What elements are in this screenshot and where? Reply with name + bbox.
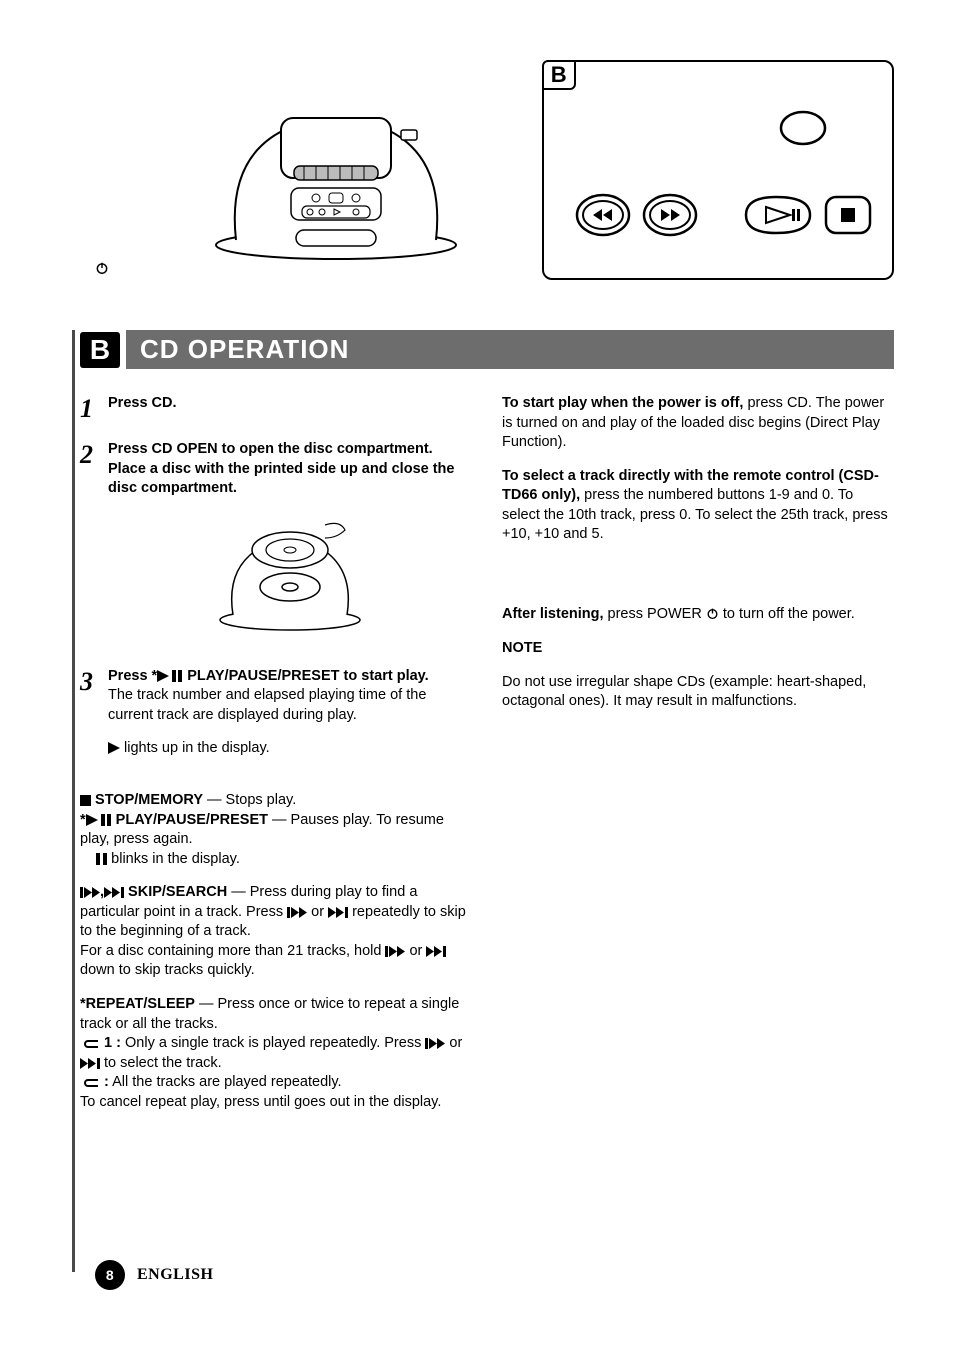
button-panel-b: B <box>542 60 894 280</box>
skip-prev-icon <box>385 943 405 959</box>
skip-next-icon <box>426 943 446 959</box>
footer-language: ENGLISH <box>137 1266 213 1284</box>
skip-extra-a: For a disc containing more than 21 track… <box>80 943 385 959</box>
stop-icon <box>80 792 91 808</box>
skip-next-icon <box>80 1055 100 1071</box>
note-body: Do not use irregular shape CDs (example:… <box>502 673 894 712</box>
play-lights-text: lights up in the display. <box>120 740 270 756</box>
skip-next-icon <box>328 904 348 920</box>
power-icon <box>95 260 109 276</box>
step-1: 1 Press CD. <box>80 394 472 422</box>
heading-badge: B <box>80 332 120 368</box>
section-heading: B CD OPERATION <box>80 330 894 369</box>
after-listening-body-a: press POWER <box>604 606 706 622</box>
top-illustrations: B <box>150 60 894 280</box>
step-number: 2 <box>80 440 108 649</box>
right-column: To start play when the power is off, pre… <box>502 394 894 1126</box>
page-footer: 8 ENGLISH <box>95 1260 213 1290</box>
step-1-text: Press CD. <box>108 395 177 411</box>
left-column: 1 Press CD. 2 Press CD OPEN to open the … <box>80 394 472 1126</box>
stop-memory-text: — Stops play. <box>203 792 296 808</box>
after-listening-body-b: to turn off the power. <box>719 606 855 622</box>
note-head: NOTE <box>502 639 894 659</box>
step-3: 3 Press * PLAY/PAUSE/PRESET to start pla… <box>80 667 472 773</box>
repeat-1-end: to select the track. <box>100 1055 222 1071</box>
repeat-1-label: 1 : <box>100 1035 121 1051</box>
device-illustration <box>150 60 522 280</box>
step-2-text: Press CD OPEN to open the disc compartme… <box>108 441 454 496</box>
step-number: 3 <box>80 667 108 773</box>
step-3-note: The track number and elapsed playing tim… <box>108 686 472 725</box>
after-listening-head: After listening, <box>502 606 604 622</box>
skip-label: SKIP/SEARCH <box>124 884 227 900</box>
repeat-1-text: Only a single track is played repeatedly… <box>121 1035 425 1051</box>
skip-prev-icon <box>425 1035 445 1051</box>
disc-loading-illustration <box>205 505 375 635</box>
vertical-rule <box>72 330 75 1272</box>
step-3-text-a: Press * <box>108 668 157 684</box>
step-2: 2 Press CD OPEN to open the disc compart… <box>80 440 472 649</box>
repeat-all-text: All the tracks are played repeatedly. <box>109 1074 342 1090</box>
stop-memory-label: STOP/MEMORY <box>91 792 203 808</box>
repeat-cancel-text: To cancel repeat play, press until goes … <box>80 1094 441 1110</box>
repeat-icon <box>84 1074 100 1090</box>
skip-extra-c: down to skip tracks quickly. <box>80 962 255 978</box>
pause-blink-text: blinks in the display. <box>111 851 240 867</box>
heading-title: CD OPERATION <box>126 330 894 369</box>
pause-icon <box>96 851 107 867</box>
power-icon <box>706 606 719 622</box>
play-pause-icon <box>157 668 183 684</box>
skip-text-mid: or <box>307 904 328 920</box>
repeat-all-label: : <box>100 1074 109 1090</box>
start-play-head: To start play when the power is off, <box>502 395 743 411</box>
skip-prev-icon <box>287 904 307 920</box>
page-number: 8 <box>95 1260 125 1290</box>
play-pause-icon <box>86 812 112 828</box>
panel-b-badge: B <box>542 60 576 90</box>
skip-next-icon <box>104 884 124 900</box>
skip-prev-icon <box>80 884 100 900</box>
skip-extra-b: or <box>405 943 426 959</box>
repeat-1-mid: or <box>445 1035 462 1051</box>
step-number: 1 <box>80 394 108 422</box>
play-icon <box>108 740 120 756</box>
pp-label: PLAY/PAUSE/PRESET <box>112 812 268 828</box>
step-3-text-b: PLAY/PAUSE/PRESET to start play. <box>183 668 429 684</box>
repeat-icon <box>84 1035 100 1051</box>
repeat-label: *REPEAT/SLEEP <box>80 996 195 1012</box>
